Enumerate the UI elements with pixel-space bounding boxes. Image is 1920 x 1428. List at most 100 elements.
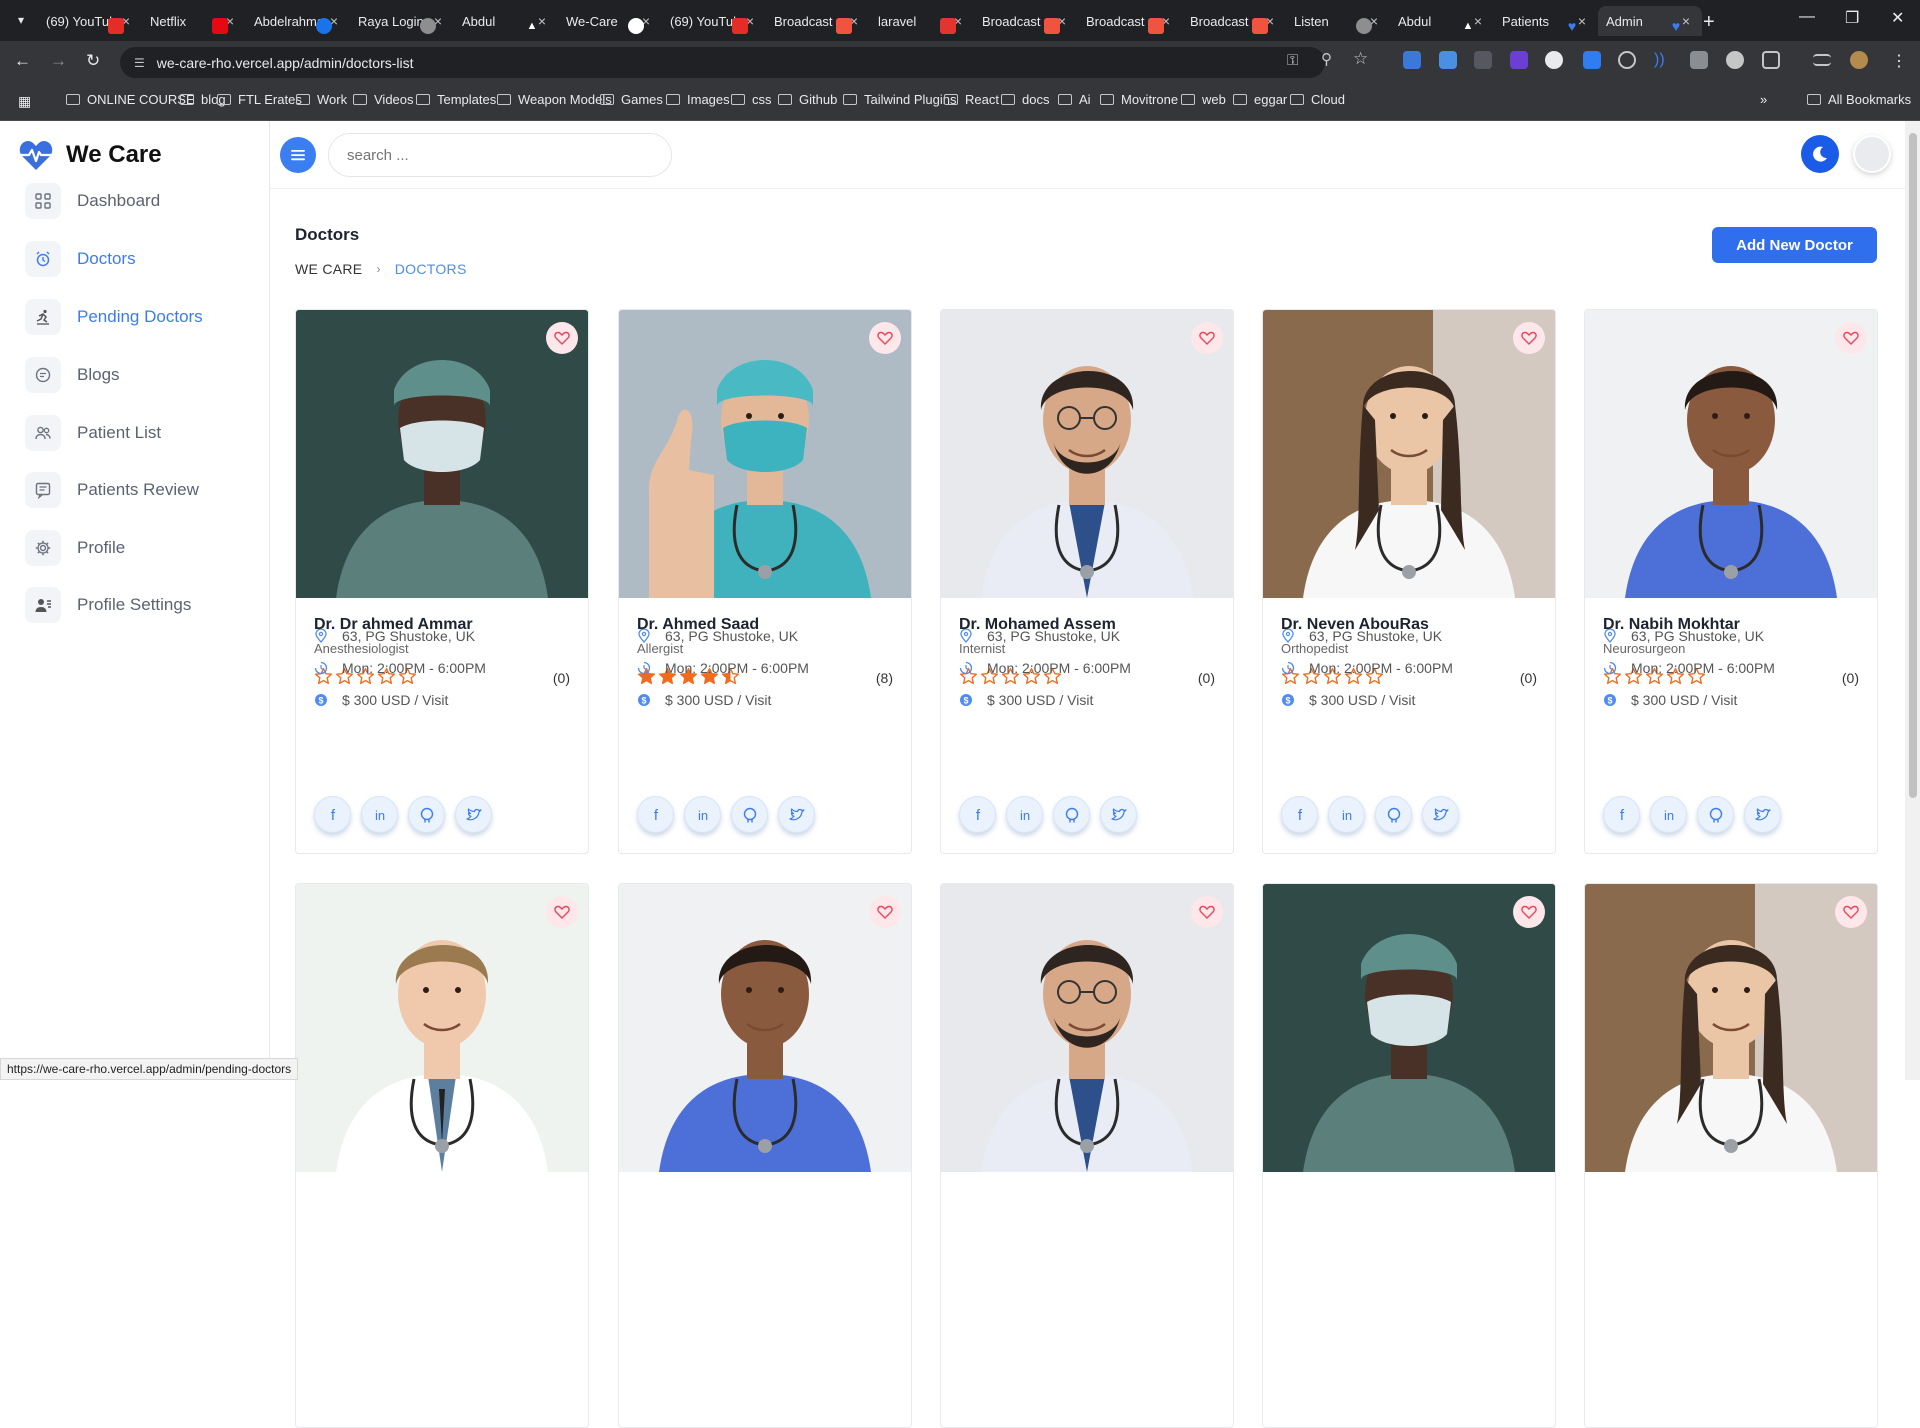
facebook-icon[interactable]: f <box>1281 796 1318 833</box>
twitter-icon[interactable] <box>1100 796 1137 833</box>
profile-avatar-icon[interactable] <box>1850 51 1868 69</box>
close-window-button[interactable]: ✕ <box>1891 8 1904 28</box>
bookmark-folder[interactable]: web <box>1181 92 1226 107</box>
new-tab-button[interactable]: + <box>1703 11 1715 34</box>
facebook-icon[interactable]: f <box>959 796 996 833</box>
browser-tab[interactable]: Broadcast × <box>1182 6 1286 36</box>
password-key-icon[interactable]: ⚿ <box>1287 52 1298 69</box>
extension-compass-icon[interactable] <box>1618 51 1636 69</box>
add-new-doctor-button[interactable]: Add New Doctor <box>1712 227 1877 263</box>
bookmark-folder[interactable]: React <box>944 92 999 107</box>
breadcrumb-home[interactable]: WE CARE <box>295 261 362 277</box>
all-bookmarks-folder[interactable]: All Bookmarks <box>1807 92 1911 107</box>
restore-button[interactable]: ❐ <box>1845 8 1859 28</box>
doctor-photo[interactable] <box>1585 884 1877 1172</box>
sidebar-item-patient-list[interactable]: Patient List <box>25 415 161 451</box>
browser-tab[interactable]: Netflix × <box>142 6 246 36</box>
extension-picker-icon[interactable] <box>1545 51 1563 69</box>
reading-list-icon[interactable] <box>1813 54 1831 66</box>
extension-camera-icon[interactable] <box>1690 51 1708 69</box>
extension-waves-icon[interactable]: )) <box>1654 51 1672 69</box>
doctor-photo[interactable] <box>619 884 911 1172</box>
linkedin-icon[interactable]: in <box>1650 796 1687 833</box>
sidebar-item-pending-doctors[interactable]: Pending Doctors <box>25 299 203 335</box>
github-icon[interactable] <box>1375 796 1412 833</box>
doctor-photo[interactable] <box>941 310 1233 598</box>
linkedin-icon[interactable]: in <box>684 796 721 833</box>
extension-translate-icon[interactable] <box>1403 51 1421 69</box>
twitter-icon[interactable] <box>455 796 492 833</box>
favorite-button[interactable] <box>1513 896 1545 928</box>
doctor-photo[interactable] <box>296 884 588 1172</box>
doctor-card[interactable]: Dr. Ahmed Saad Allergist (8) 63, PG Shustok… <box>618 309 912 854</box>
bookmark-star-icon[interactable]: ☆ <box>1353 49 1368 69</box>
page-scrollbar[interactable] <box>1905 121 1920 1080</box>
doctor-card[interactable] <box>940 883 1234 1428</box>
menu-toggle-button[interactable] <box>280 137 316 173</box>
browser-tab[interactable]: Broadcast × <box>974 6 1078 36</box>
sidebar-item-profile-settings[interactable]: Profile Settings <box>25 587 191 623</box>
twitter-icon[interactable] <box>1744 796 1781 833</box>
apps-grid-icon[interactable]: ▦ <box>18 93 31 110</box>
linkedin-icon[interactable]: in <box>1328 796 1365 833</box>
doctor-photo[interactable] <box>1585 310 1877 598</box>
extension-loop-icon[interactable] <box>1583 51 1601 69</box>
bookmark-folder[interactable]: Videos <box>353 92 414 107</box>
bookmark-folder[interactable]: eggar <box>1233 92 1287 107</box>
search-input[interactable] <box>328 133 672 177</box>
bookmark-folder[interactable]: Games <box>600 92 663 107</box>
favorite-button[interactable] <box>546 322 578 354</box>
doctor-card[interactable]: Dr. Neven AbouRas Orthopedist (0) 63, PG Sh… <box>1262 309 1556 854</box>
scrollbar-thumb[interactable] <box>1909 133 1917 798</box>
theme-toggle-button[interactable] <box>1801 135 1839 173</box>
facebook-icon[interactable]: f <box>314 796 351 833</box>
favorite-button[interactable] <box>1191 322 1223 354</box>
sidebar-item-dashboard[interactable]: Dashboard <box>25 183 160 219</box>
extensions-puzzle-icon[interactable] <box>1762 51 1780 69</box>
favorite-button[interactable] <box>869 322 901 354</box>
browser-tab[interactable]: ♥ Patients × <box>1494 6 1598 36</box>
bookmark-folder[interactable]: Ai <box>1058 92 1091 107</box>
linkedin-icon[interactable]: in <box>361 796 398 833</box>
bookmark-folder[interactable]: css <box>731 92 772 107</box>
zoom-icon[interactable]: ⚲ <box>1321 50 1332 68</box>
doctor-photo[interactable] <box>1263 310 1555 598</box>
sidebar-item-blogs[interactable]: Blogs <box>25 357 120 393</box>
browser-tab[interactable]: (69) YouTube × <box>38 6 142 36</box>
browser-tab[interactable]: (69) YouTube × <box>662 6 766 36</box>
doctor-card[interactable] <box>1262 883 1556 1428</box>
bookmark-folder[interactable]: Weapon Models <box>497 92 612 107</box>
sidebar-item-doctors[interactable]: Doctors <box>25 241 136 277</box>
doctor-card[interactable] <box>1584 883 1878 1428</box>
sidebar-item-profile[interactable]: Profile <box>25 530 125 566</box>
browser-tab[interactable]: Raya Login × <box>350 6 454 36</box>
bookmark-folder[interactable]: Templates <box>416 92 496 107</box>
bookmark-folder[interactable]: Movitrone <box>1100 92 1178 107</box>
browser-menu-icon[interactable]: ⋮ <box>1891 51 1907 71</box>
browser-tab[interactable]: ▲ Abdul × <box>454 6 558 36</box>
browser-tab[interactable]: ▲ Abdul × <box>1390 6 1494 36</box>
github-icon[interactable] <box>408 796 445 833</box>
doctor-card[interactable] <box>295 883 589 1428</box>
facebook-icon[interactable]: f <box>1603 796 1640 833</box>
extension-docs-icon[interactable] <box>1439 51 1457 69</box>
doctor-photo[interactable] <box>296 310 588 598</box>
doctor-photo[interactable] <box>619 310 911 598</box>
github-icon[interactable] <box>731 796 768 833</box>
browser-tab[interactable]: Broadcast × <box>766 6 870 36</box>
browser-tab[interactable]: laravel × <box>870 6 974 36</box>
favorite-button[interactable] <box>546 896 578 928</box>
github-icon[interactable] <box>1053 796 1090 833</box>
tab-search-button[interactable]: ▾ <box>10 9 32 31</box>
browser-tab[interactable]: Abdelrahman × <box>246 6 350 36</box>
facebook-icon[interactable]: f <box>637 796 674 833</box>
doctor-card[interactable]: Dr. Dr ahmed Ammar Anesthesiologist (0) 63,… <box>295 309 589 854</box>
address-bar[interactable]: ☰ we-care-rho.vercel.app/admin/doctors-l… <box>120 47 1325 78</box>
favorite-button[interactable] <box>1513 322 1545 354</box>
favorite-button[interactable] <box>1835 322 1867 354</box>
doctor-photo[interactable] <box>1263 884 1555 1172</box>
doctor-card[interactable] <box>618 883 912 1428</box>
brand[interactable]: We Care <box>18 137 162 173</box>
favorite-button[interactable] <box>1835 896 1867 928</box>
extension-cast-icon[interactable] <box>1474 51 1492 69</box>
